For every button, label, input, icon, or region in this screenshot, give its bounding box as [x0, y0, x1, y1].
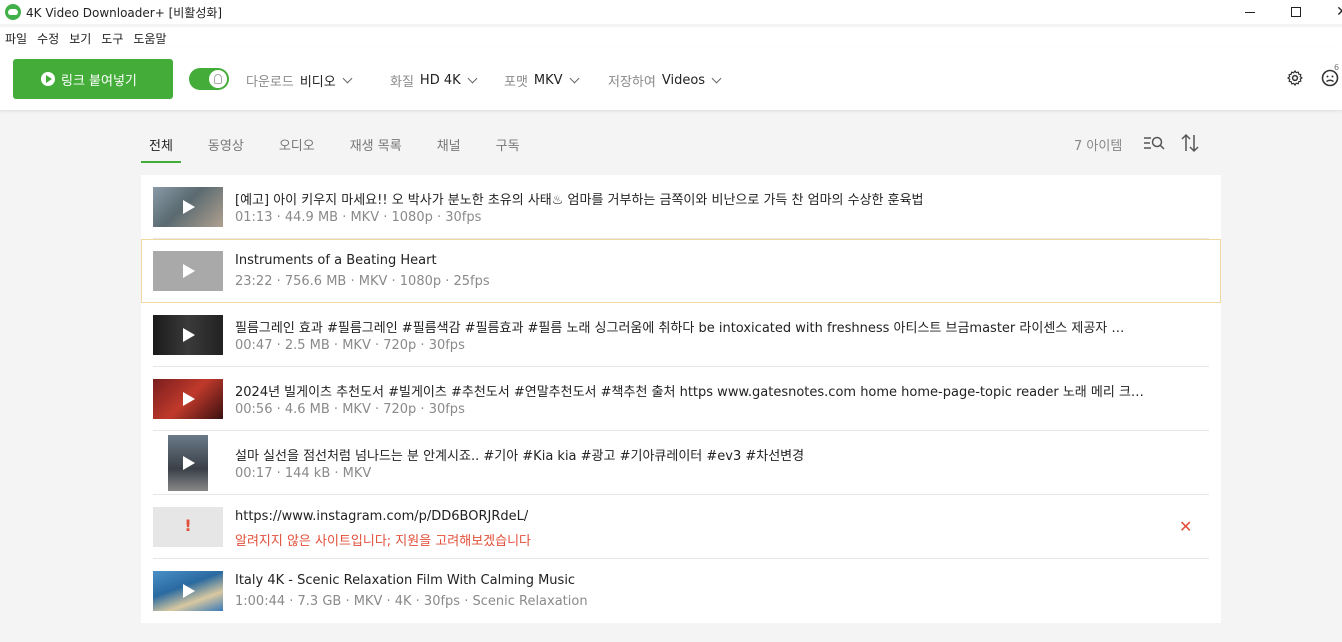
- close-button[interactable]: ✕: [1319, 0, 1342, 24]
- minimize-button[interactable]: [1227, 0, 1273, 24]
- video-thumbnail: [153, 315, 223, 355]
- list-item[interactable]: 필름그레인 효과 #필름그레인 #필름색감 #필름효과 #필름 노래 싱그러움에…: [141, 303, 1221, 367]
- menu-file[interactable]: 파일: [0, 27, 32, 47]
- item-title: Instruments of a Beating Heart: [235, 253, 437, 268]
- item-meta: 1:00:44 · 7.3 GB · MKV · 4K · 30fps · Sc…: [235, 594, 588, 609]
- tab-playlist[interactable]: 재생 목록: [342, 133, 410, 163]
- play-icon: [183, 200, 195, 214]
- menu-help[interactable]: 도움말: [128, 27, 171, 47]
- format-label: 포맷: [504, 75, 528, 90]
- video-thumbnail: [153, 379, 223, 419]
- toggle-knob: [209, 70, 227, 88]
- item-title: https://www.instagram.com/p/DD6BORJRdeL/: [235, 509, 529, 524]
- play-icon: [183, 328, 195, 342]
- toolbar: 링크 붙여넣기 다운로드 비디오 화질 HD 4K 포맷 MKV 저장하여 Vi…: [0, 47, 1342, 111]
- play-icon: [183, 392, 195, 406]
- quality-value: HD 4K: [419, 73, 461, 88]
- video-thumbnail: [168, 435, 208, 491]
- format-dropdown[interactable]: 포맷 MKV: [504, 71, 580, 90]
- download-type-value: 비디오: [299, 75, 336, 90]
- save-location-value: Videos: [661, 73, 706, 88]
- category-tabs: 전체 동영상 오디오 재생 목록 채널 구독: [141, 133, 547, 163]
- list-item[interactable]: 2024년 빌게이츠 추천도서 #빌게이츠 #추천도서 #연말추천도서 #책추천…: [141, 367, 1221, 431]
- window-title: 4K Video Downloader+ [비활성화]: [26, 6, 223, 20]
- search-filter-icon[interactable]: [1143, 135, 1165, 151]
- tab-all[interactable]: 전체: [141, 133, 181, 163]
- chevron-down-icon: [467, 73, 478, 84]
- sort-icon[interactable]: [1181, 133, 1199, 153]
- item-count: 7 아이템: [1074, 139, 1123, 154]
- lightbulb-icon: [214, 74, 222, 84]
- download-type-dropdown[interactable]: 다운로드 비디오: [246, 71, 353, 90]
- item-title: 2024년 빌게이츠 추천도서 #빌게이츠 #추천도서 #연말추천도서 #책추천…: [235, 385, 1144, 400]
- item-meta: 00:47 · 2.5 MB · MKV · 720p · 30fps: [235, 338, 465, 353]
- error-thumbnail: !: [153, 507, 223, 547]
- item-error-message: 알려지지 않은 사이트입니다; 지원을 고려해보겠습니다: [235, 534, 531, 549]
- item-title: 필름그레인 효과 #필름그레인 #필름색감 #필름효과 #필름 노래 싱그러움에…: [235, 321, 1125, 336]
- item-title: 설마 실선을 점선처럼 넘나드는 분 안계시죠.. #기아 #Kia kia #…: [235, 449, 805, 464]
- format-value: MKV: [533, 73, 563, 88]
- chevron-down-icon: [711, 73, 722, 84]
- item-meta: 00:56 · 4.6 MB · MKV · 720p · 30fps: [235, 402, 465, 417]
- item-meta: 23:22 · 756.6 MB · MKV · 1080p · 25fps: [235, 274, 490, 289]
- menu-tools[interactable]: 도구: [96, 27, 128, 47]
- quality-dropdown[interactable]: 화질 HD 4K: [390, 71, 478, 90]
- download-type-label: 다운로드: [246, 75, 294, 90]
- close-icon: ✕: [1336, 4, 1342, 20]
- item-title: [예고] 아이 키우지 마세요!! 오 박사가 분노한 초유의 사태♨ 엄마를 …: [235, 193, 924, 208]
- play-icon: [41, 72, 55, 86]
- play-icon: [183, 264, 195, 278]
- tab-subscriptions[interactable]: 구독: [488, 133, 528, 163]
- app-logo-icon: [5, 4, 21, 20]
- maximize-icon: [1291, 7, 1301, 17]
- item-meta: 01:13 · 44.9 MB · MKV · 1080p · 30fps: [235, 210, 482, 225]
- chevron-down-icon: [569, 73, 580, 84]
- item-title: Italy 4K - Scenic Relaxation Film With C…: [235, 573, 576, 588]
- gear-icon[interactable]: [1286, 69, 1304, 87]
- menu-view[interactable]: 보기: [64, 27, 96, 47]
- play-icon: [183, 584, 195, 598]
- list-item[interactable]: 설마 실선을 점선처럼 넘나드는 분 안계시죠.. #기아 #Kia kia #…: [141, 431, 1221, 495]
- list-item[interactable]: Italy 4K - Scenic Relaxation Film With C…: [141, 559, 1221, 623]
- paste-link-button[interactable]: 링크 붙여넣기: [13, 59, 173, 99]
- menu-edit[interactable]: 수정: [32, 27, 64, 47]
- tab-audio[interactable]: 오디오: [271, 133, 323, 163]
- save-location-dropdown[interactable]: 저장하여 Videos: [608, 71, 722, 90]
- video-thumbnail: [153, 571, 223, 611]
- paste-link-label: 링크 붙여넣기: [61, 73, 137, 89]
- tab-video[interactable]: 동영상: [200, 133, 252, 163]
- quality-label: 화질: [390, 75, 414, 90]
- video-thumbnail: [153, 251, 223, 291]
- remove-item-icon[interactable]: ✕: [1179, 519, 1192, 535]
- list-item[interactable]: Instruments of a Beating Heart 23:22 · 7…: [141, 239, 1221, 303]
- notification-badge: 6: [1334, 63, 1340, 72]
- smart-mode-toggle[interactable]: [189, 68, 229, 90]
- list-item[interactable]: ! https://www.instagram.com/p/DD6BORJRde…: [141, 495, 1221, 559]
- video-thumbnail: [153, 187, 223, 227]
- tab-channel[interactable]: 채널: [429, 133, 469, 163]
- chevron-down-icon: [342, 73, 353, 84]
- title-bar: 4K Video Downloader+ [비활성화] ✕: [0, 0, 1342, 24]
- menu-bar: 파일 수정 보기 도구 도움말: [0, 27, 1342, 47]
- list-item[interactable]: [예고] 아이 키우지 마세요!! 오 박사가 분노한 초유의 사태♨ 엄마를 …: [141, 175, 1221, 239]
- downloads-list: [예고] 아이 키우지 마세요!! 오 박사가 분노한 초유의 사태♨ 엄마를 …: [141, 175, 1221, 623]
- warning-icon: !: [184, 516, 192, 535]
- maximize-button[interactable]: [1273, 0, 1319, 24]
- minimize-icon: [1245, 11, 1255, 13]
- play-icon: [183, 456, 195, 470]
- item-meta: 00:17 · 144 kB · MKV: [235, 466, 372, 481]
- save-location-label: 저장하여: [608, 75, 656, 90]
